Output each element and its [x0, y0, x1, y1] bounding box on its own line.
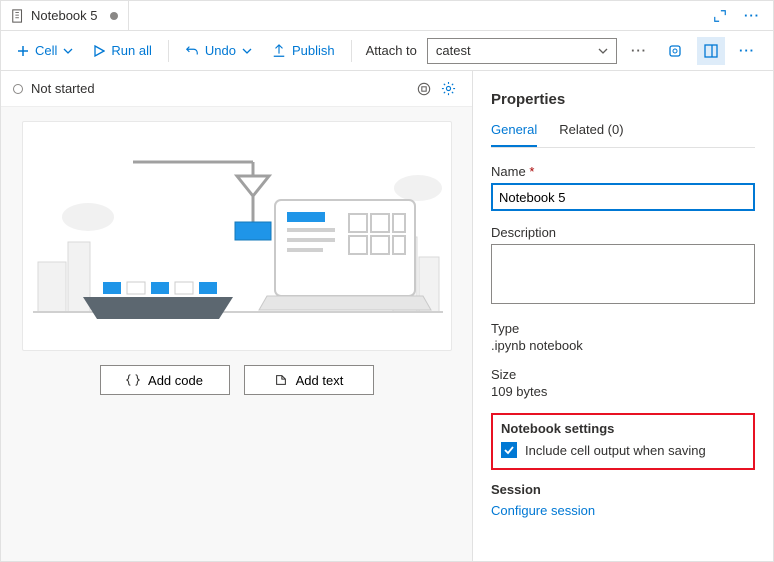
add-cell-button[interactable]: Cell: [9, 37, 81, 65]
include-output-label: Include cell output when saving: [525, 443, 706, 458]
publish-button[interactable]: Publish: [264, 37, 343, 65]
file-tab-title: Notebook 5: [31, 8, 98, 23]
empty-state-illustration: [22, 121, 452, 351]
status-dot-icon: [13, 84, 23, 94]
publish-icon: [272, 44, 286, 58]
tab-related[interactable]: Related (0): [559, 122, 623, 147]
attach-to-select[interactable]: catest: [427, 38, 617, 64]
expand-icon[interactable]: [709, 5, 731, 27]
text-icon: [274, 373, 288, 387]
variables-icon[interactable]: [661, 37, 689, 65]
size-label: Size: [491, 367, 755, 382]
dirty-indicator-icon: [110, 12, 118, 20]
braces-icon: [126, 373, 140, 387]
check-icon: [504, 445, 514, 455]
configure-session-link[interactable]: Configure session: [491, 503, 755, 518]
include-output-checkbox[interactable]: [501, 442, 517, 458]
chevron-down-icon: [242, 46, 252, 56]
notebook-icon: [11, 9, 25, 23]
description-textarea[interactable]: [491, 244, 755, 304]
tab-general[interactable]: General: [491, 122, 537, 147]
chevron-down-icon: [63, 46, 73, 56]
tab-more-icon[interactable]: ···: [741, 5, 763, 27]
stop-session-icon[interactable]: [412, 77, 436, 101]
type-label: Type: [491, 321, 755, 336]
run-all-button[interactable]: Run all: [85, 37, 159, 65]
attach-to-label: Attach to: [360, 43, 423, 58]
status-text: Not started: [31, 81, 95, 96]
notebook-settings-head: Notebook settings: [501, 421, 745, 436]
plus-icon: [17, 45, 29, 57]
undo-icon: [185, 44, 199, 58]
chevron-down-icon: [598, 46, 608, 56]
description-label: Description: [491, 225, 755, 240]
toolbar-overflow-icon[interactable]: ···: [733, 37, 761, 65]
file-tab[interactable]: Notebook 5: [1, 1, 129, 30]
session-head: Session: [491, 482, 755, 497]
add-code-button[interactable]: Add code: [100, 365, 230, 395]
notebook-settings-highlight: Notebook settings Include cell output wh…: [491, 413, 755, 470]
toolbar-more-icon[interactable]: ···: [625, 37, 653, 65]
name-label: Name *: [491, 164, 755, 179]
size-value: 109 bytes: [491, 384, 755, 399]
settings-gear-icon[interactable]: [436, 77, 460, 101]
add-text-button[interactable]: Add text: [244, 365, 374, 395]
properties-toggle-icon[interactable]: [697, 37, 725, 65]
type-value: .ipynb notebook: [491, 338, 755, 353]
play-icon: [93, 45, 105, 57]
name-input[interactable]: [491, 183, 755, 211]
undo-button[interactable]: Undo: [177, 37, 260, 65]
properties-title: Properties: [491, 91, 755, 108]
